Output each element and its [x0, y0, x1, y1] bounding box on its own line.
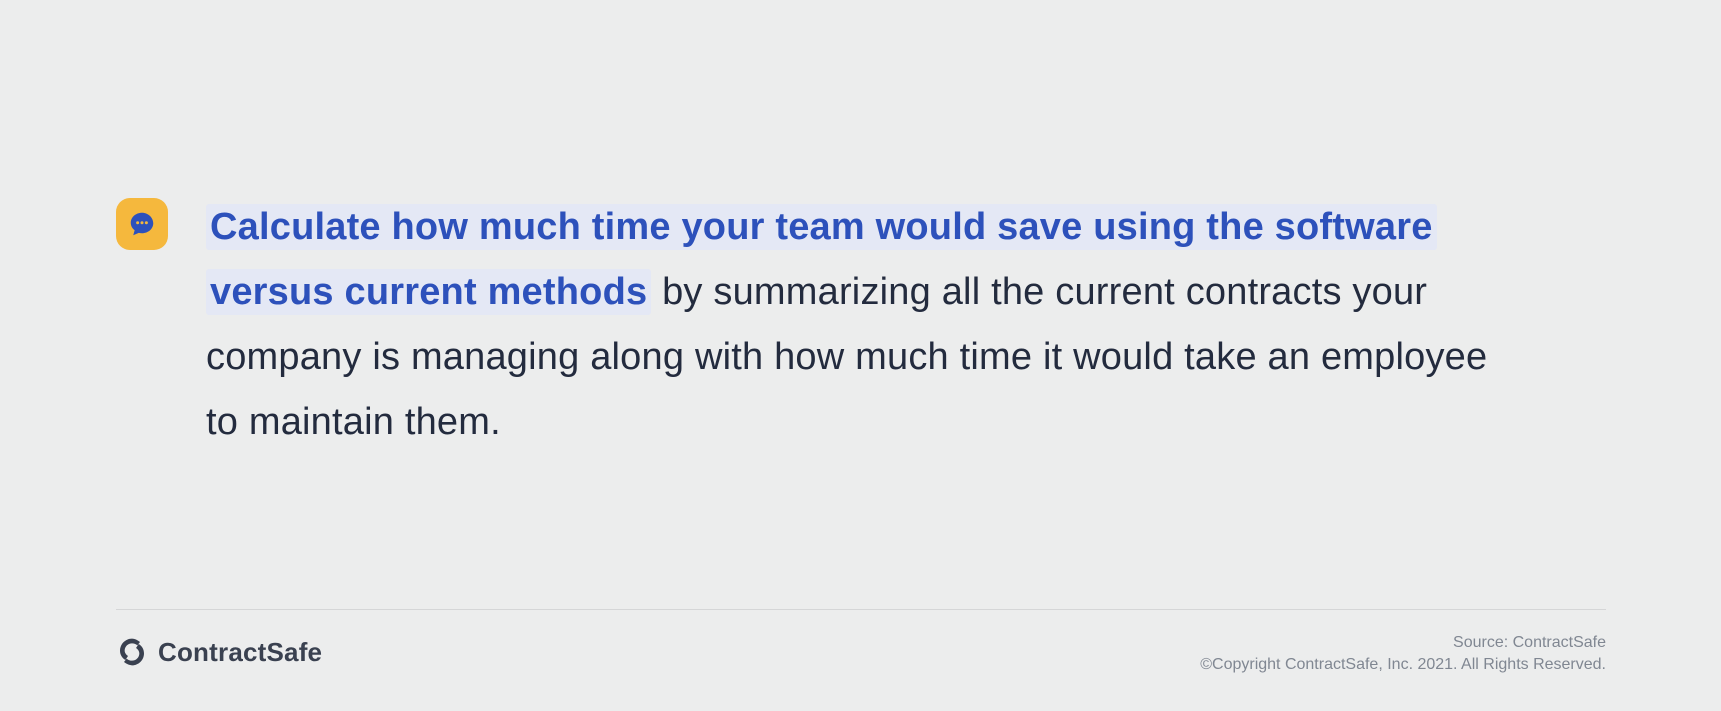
- copyright-line: ©Copyright ContractSafe, Inc. 2021. All …: [1200, 654, 1606, 676]
- chat-bubble-icon: [116, 198, 168, 250]
- credits: Source: ContractSafe ©Copyright Contract…: [1200, 632, 1606, 676]
- tip-card: Calculate how much time your team would …: [116, 20, 1606, 690]
- brand-logo: ContractSafe: [116, 636, 322, 668]
- logo-text: ContractSafe: [158, 637, 322, 668]
- tip-text: Calculate how much time your team would …: [206, 195, 1516, 455]
- logo-icon: [116, 636, 148, 668]
- divider: [116, 609, 1606, 610]
- source-line: Source: ContractSafe: [1200, 632, 1606, 654]
- footer: ContractSafe Source: ContractSafe ©Copyr…: [116, 628, 1606, 678]
